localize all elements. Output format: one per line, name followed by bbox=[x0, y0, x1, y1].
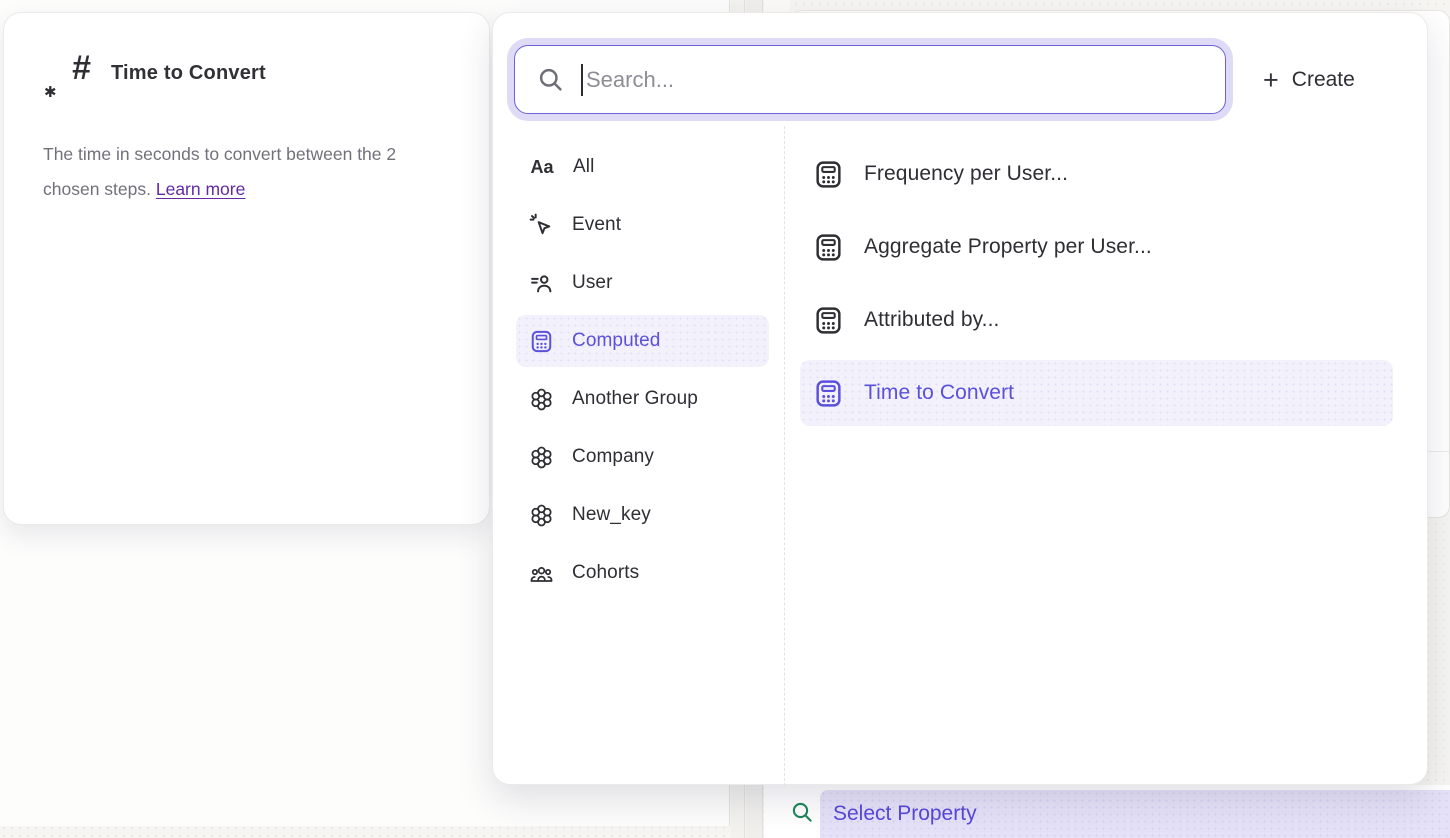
numeric-property-icon: # ✱ bbox=[44, 53, 90, 103]
text-caret bbox=[581, 64, 583, 96]
text-icon: Aa bbox=[529, 157, 555, 178]
item-attributed-by[interactable]: Attributed by... bbox=[800, 287, 1393, 353]
search-icon bbox=[790, 800, 814, 824]
search-icon bbox=[537, 66, 564, 93]
cursor-click-icon bbox=[529, 213, 554, 238]
category-new-key[interactable]: New_key bbox=[516, 489, 769, 541]
background-menu-strip: Select Property bbox=[764, 785, 1450, 838]
computed-items-list: Frequency per User... Aggregate Property… bbox=[800, 141, 1393, 433]
cohorts-icon bbox=[529, 561, 554, 586]
tooltip-title: Time to Convert bbox=[111, 62, 266, 85]
create-button[interactable]: + Create bbox=[1263, 59, 1355, 101]
calculator-icon bbox=[813, 159, 844, 190]
group-icon bbox=[529, 387, 554, 412]
select-property-row[interactable]: Select Property bbox=[820, 790, 1450, 838]
item-frequency-per-user[interactable]: Frequency per User... bbox=[800, 141, 1393, 207]
category-all[interactable]: Aa All bbox=[516, 141, 769, 193]
tooltip-description: The time in seconds to convert between t… bbox=[43, 137, 421, 207]
category-user[interactable]: User bbox=[516, 257, 769, 309]
search-field[interactable] bbox=[514, 45, 1226, 114]
group-icon bbox=[529, 503, 554, 528]
calculator-icon bbox=[529, 329, 554, 354]
select-property-label: Select Property bbox=[833, 802, 977, 826]
category-cohorts[interactable]: Cohorts bbox=[516, 547, 769, 599]
search-input[interactable] bbox=[586, 67, 1225, 93]
category-another-group[interactable]: Another Group bbox=[516, 373, 769, 425]
category-company[interactable]: Company bbox=[516, 431, 769, 483]
item-time-to-convert[interactable]: Time to Convert bbox=[800, 360, 1393, 426]
calculator-icon bbox=[813, 305, 844, 336]
screen: { "tooltip": { "title": "Time to Convert… bbox=[0, 0, 1450, 838]
category-computed[interactable]: Computed bbox=[516, 315, 769, 367]
plus-icon: + bbox=[1263, 67, 1279, 94]
item-aggregate-property-per-user[interactable]: Aggregate Property per User... bbox=[800, 214, 1393, 280]
category-event[interactable]: Event bbox=[516, 199, 769, 251]
calculator-icon bbox=[813, 378, 844, 409]
group-icon bbox=[529, 445, 554, 470]
category-list: Aa All Event User bbox=[516, 141, 769, 605]
user-icon bbox=[529, 271, 554, 296]
learn-more-link[interactable]: Learn more bbox=[156, 179, 246, 199]
property-selector-popup: + Create Aa All Event User bbox=[492, 12, 1428, 785]
calculator-icon bbox=[813, 232, 844, 263]
property-tooltip-card: # ✱ Time to Convert The time in seconds … bbox=[3, 12, 490, 525]
column-divider bbox=[784, 126, 785, 786]
